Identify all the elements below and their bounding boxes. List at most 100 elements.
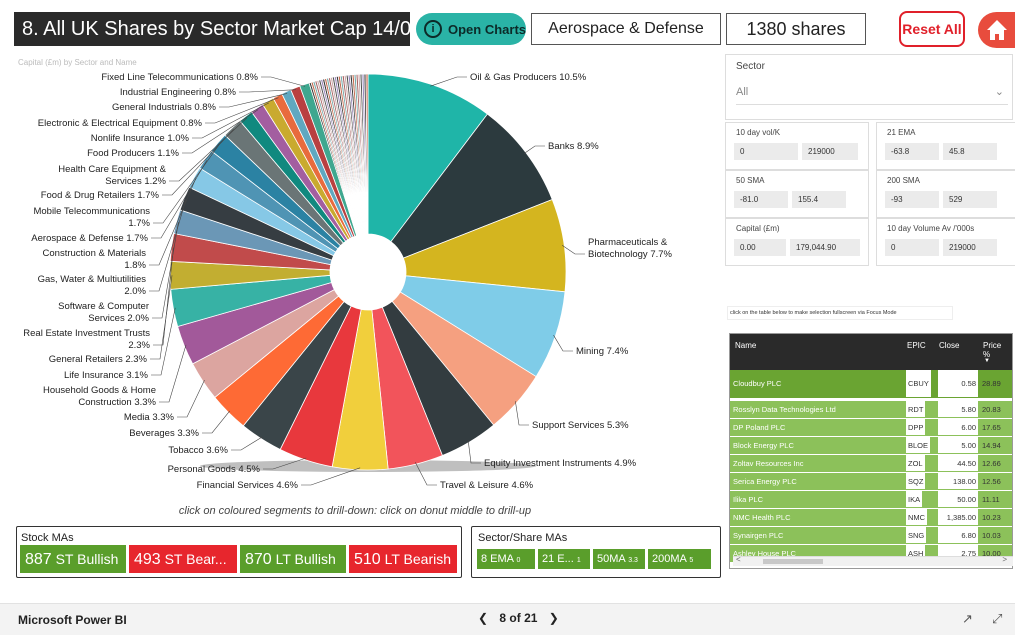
next-page-button[interactable]: ❯ xyxy=(549,611,559,625)
slice-label: Construction 3.3% xyxy=(78,397,156,408)
open-charts-button[interactable]: i Open Charts xyxy=(416,13,526,45)
slice-label: Food & Drug Retailers 1.7% xyxy=(41,190,160,201)
slice-label: Mobile Telecommunications xyxy=(33,206,150,217)
lt-bearish-label: LT Bearish xyxy=(384,551,451,567)
ma50-button[interactable]: 50MA 3.3 xyxy=(593,549,645,569)
share-icon[interactable]: ↗ xyxy=(962,611,973,627)
share-mas-title: Sector/Share MAs xyxy=(478,532,568,544)
cell-close: 5.80 xyxy=(938,401,978,417)
column-epic[interactable]: EPIC xyxy=(907,341,926,350)
scroll-right-icon[interactable]: > xyxy=(1002,555,1007,564)
label-leader-line xyxy=(561,244,585,255)
table-row[interactable]: Ilika PLC IKA 50.00 11.11 xyxy=(730,491,1012,508)
st-bearish-count: 493 xyxy=(134,551,161,568)
table-row[interactable]: Block Energy PLC BLOE 5.00 14.94 xyxy=(730,437,1012,454)
focus-mode-note: click on the table below to make selecti… xyxy=(727,306,953,320)
slice-label: 2.0% xyxy=(124,286,146,297)
column-close[interactable]: Close xyxy=(939,341,959,350)
label-leader-line xyxy=(202,410,230,434)
cell-name: Serica Energy PLC xyxy=(733,477,797,486)
filter-min-input[interactable]: -93 xyxy=(885,191,939,208)
cell-epic: DPP xyxy=(906,419,926,435)
lt-bullish-button[interactable]: 870 LT Bullish xyxy=(240,545,346,573)
table-row[interactable]: NMC Health PLC NMC 1,385.00 10.23 xyxy=(730,509,1012,526)
cell-name: DP Poland PLC xyxy=(733,423,786,432)
share-mas-card: Sector/Share MAs 8 EMA 0 21 E... 1 50MA … xyxy=(471,526,721,578)
cell-epic: SQZ xyxy=(906,473,926,489)
ma200-button[interactable]: 200MA 5 xyxy=(648,549,711,569)
filter-max-input[interactable]: 219000 xyxy=(802,143,858,160)
filter-min-input[interactable]: 0 xyxy=(885,239,939,256)
column-name[interactable]: Name xyxy=(735,341,756,350)
filter-10day-volume-av: 10 day Volume Av /'000s 0 219000 xyxy=(876,218,1015,266)
cell-close: 1,385.00 xyxy=(938,509,978,525)
powerbi-footer: Microsoft Power BI ❮ 8 of 21 ❯ ↗ ⤢ xyxy=(0,603,1015,635)
label-leader-line xyxy=(150,275,173,360)
chevron-down-icon[interactable]: ⌄ xyxy=(995,79,1004,105)
label-leader-line xyxy=(261,76,306,87)
filter-max-input[interactable]: 45.8 xyxy=(943,143,997,160)
ema21-button[interactable]: 21 E... 1 xyxy=(538,549,590,569)
slice-label: Biotechnology 7.7% xyxy=(588,249,673,260)
lt-bullish-label: LT Bullish xyxy=(275,551,336,567)
table-row[interactable]: DP Poland PLC DPP 6.00 17.65 xyxy=(730,419,1012,436)
fullscreen-icon[interactable]: ⤢ xyxy=(992,611,1002,627)
table-row[interactable]: Zoltav Resources Inc ZOL 44.50 12.66 xyxy=(730,455,1012,472)
filter-max-input[interactable]: 155.4 xyxy=(792,191,846,208)
selected-sector-card: Aerospace & Defense xyxy=(531,13,721,45)
filter-max-input[interactable]: 529 xyxy=(943,191,997,208)
st-bearish-button[interactable]: 493 ST Bear... xyxy=(129,545,237,573)
sector-dropdown[interactable]: All xyxy=(736,79,1008,105)
sort-desc-icon[interactable]: ▼ xyxy=(984,358,990,364)
st-bullish-button[interactable]: 887 ST Bullish xyxy=(20,545,126,573)
slice-label: Fixed Line Telecommunications 0.8% xyxy=(101,72,258,83)
st-bearish-label: ST Bear... xyxy=(164,551,227,567)
slice-label: Construction & Materials xyxy=(43,248,147,259)
scrollbar-thumb[interactable] xyxy=(763,559,823,564)
slice-label: Oil & Gas Producers 10.5% xyxy=(470,72,587,83)
home-button[interactable] xyxy=(978,12,1015,48)
cell-name: Ilika PLC xyxy=(733,495,764,504)
cell-price: 12.56 xyxy=(982,477,1001,486)
cell-price: 28.89 xyxy=(982,379,1001,388)
cell-price: 17.65 xyxy=(982,423,1001,432)
slice-label: Life Insurance 3.1% xyxy=(64,370,149,381)
ema8-button[interactable]: 8 EMA 0 xyxy=(477,549,535,569)
scroll-left-icon[interactable]: < xyxy=(736,555,741,564)
slice-label: Financial Services 4.6% xyxy=(197,480,299,491)
column-price[interactable]: Price % xyxy=(983,341,1005,359)
slice-label: Personal Goods 4.5% xyxy=(168,464,261,475)
cell-close: 44.50 xyxy=(938,455,978,471)
table-row[interactable]: Rosslyn Data Technologies Ltd RDT 5.80 20.8… xyxy=(730,401,1012,418)
cell-close: 0.58 xyxy=(938,370,978,397)
slice-label: Aerospace & Defense 1.7% xyxy=(31,233,148,244)
ma200-label: 200MA xyxy=(652,553,687,565)
app-brand: Microsoft Power BI xyxy=(18,613,127,627)
filter-min-input[interactable]: -81.0 xyxy=(734,191,788,208)
filter-max-input[interactable]: 179,044.90 xyxy=(790,239,860,256)
cell-epic: CBUY xyxy=(906,370,931,397)
slice-label: 1.7% xyxy=(128,218,150,229)
slice-label: Mining 7.4% xyxy=(576,346,629,357)
cell-epic: ZOL xyxy=(906,455,925,471)
reset-all-button[interactable]: Reset All xyxy=(899,11,965,47)
table-row[interactable]: Serica Energy PLC SQZ 138.00 12.56 xyxy=(730,473,1012,490)
filter-min-input[interactable]: 0 xyxy=(734,143,798,160)
ema21-value: 1 xyxy=(576,557,581,564)
filter-max-input[interactable]: 219000 xyxy=(943,239,997,256)
table-row[interactable]: Cloudbuy PLC CBUY 0.58 28.89 xyxy=(730,370,1012,398)
table-row[interactable]: Synairgen PLC SNG 6.80 10.03 xyxy=(730,527,1012,544)
cell-price: 20.83 xyxy=(982,405,1001,414)
donut-center-drill-up[interactable] xyxy=(330,234,406,310)
filter-min-input[interactable]: 0.00 xyxy=(734,239,786,256)
st-bullish-count: 887 xyxy=(25,551,52,568)
slice-label: Equity Investment Instruments 4.9% xyxy=(484,458,637,469)
table-horizontal-scrollbar[interactable]: < > xyxy=(733,555,1013,566)
prev-page-button[interactable]: ❮ xyxy=(478,611,488,625)
shares-table[interactable]: Name EPIC Close Price % ▼ Cloudbuy PLC CB… xyxy=(729,333,1013,569)
slice-label: Media 3.3% xyxy=(124,412,175,423)
sector-donut-chart[interactable]: Oil & Gas Producers 10.5% Banks 8.9% Pharm… xyxy=(0,52,720,502)
lt-bearish-button[interactable]: 510 LT Bearish xyxy=(349,545,457,573)
label-leader-line xyxy=(231,436,263,451)
filter-min-input[interactable]: -63.8 xyxy=(885,143,939,160)
